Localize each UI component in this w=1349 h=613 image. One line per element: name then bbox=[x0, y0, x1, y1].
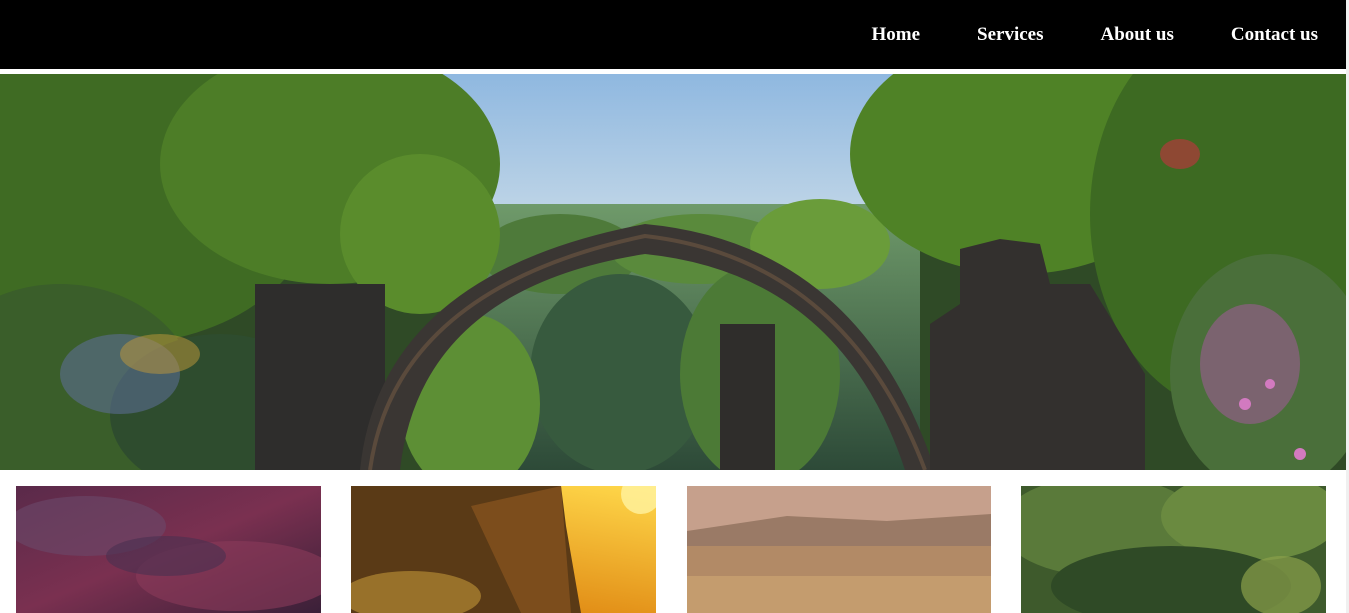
nav-menu: Home Services About us Contact us bbox=[871, 0, 1318, 69]
nav-link-services[interactable]: Services bbox=[977, 0, 1043, 69]
gallery-card-sunset-cliff[interactable] bbox=[351, 486, 656, 613]
gallery-card-green-trees[interactable] bbox=[1021, 486, 1326, 613]
hero-image bbox=[0, 74, 1346, 470]
gallery-card-purple-forest[interactable] bbox=[16, 486, 321, 613]
gallery-card-foggy-field[interactable] bbox=[687, 486, 992, 613]
top-navbar: Home Services About us Contact us bbox=[0, 0, 1346, 69]
nav-link-about-us[interactable]: About us bbox=[1101, 0, 1174, 69]
nav-link-contact-us[interactable]: Contact us bbox=[1231, 0, 1318, 69]
nav-link-home[interactable]: Home bbox=[871, 0, 920, 69]
